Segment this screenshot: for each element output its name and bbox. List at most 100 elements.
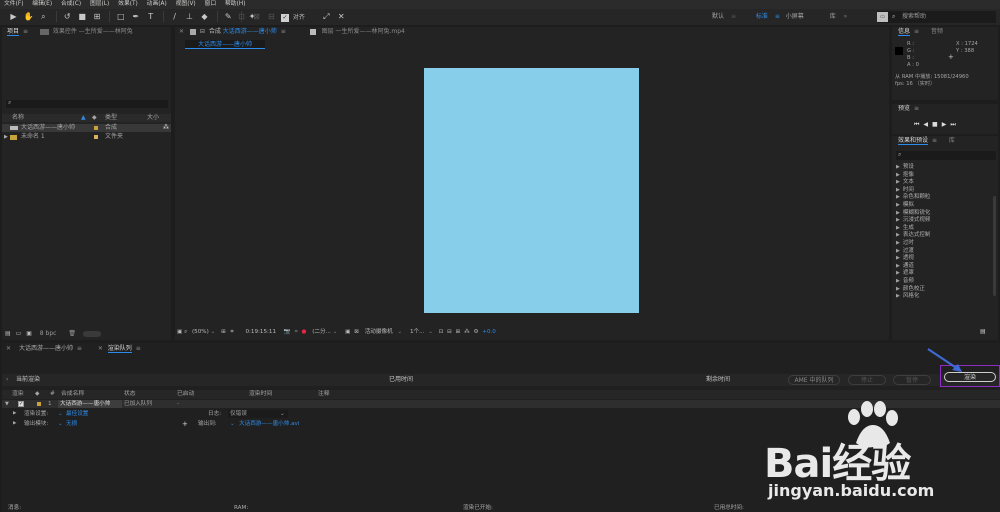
workspace-overflow-icon[interactable]: »: [844, 13, 848, 20]
menu-edit[interactable]: 编辑(E): [32, 1, 52, 7]
log-dropdown[interactable]: 仅错误: [228, 410, 288, 418]
current-time[interactable]: 0:19:15:11: [245, 329, 276, 335]
expand-triangle-icon[interactable]: ▼: [5, 400, 9, 408]
chevron-down-icon[interactable]: ⌄: [58, 420, 63, 428]
project-item-row[interactable]: ▶ 未命名 1 文件夹: [2, 133, 171, 141]
workspace-small-screen[interactable]: 小屏幕: [786, 13, 804, 20]
tab-project[interactable]: 项目: [7, 28, 20, 36]
effects-scrollbar[interactable]: [993, 196, 996, 296]
snap-expand-icon[interactable]: ✕: [336, 11, 347, 22]
toggle-pixel-aspect-icon[interactable]: ⊡: [439, 329, 444, 335]
workspace-menu-icon[interactable]: ≡: [731, 13, 736, 20]
pause-button[interactable]: 暂停: [893, 375, 931, 385]
rotate-tool-icon[interactable]: ↺: [62, 11, 73, 22]
project-search-field[interactable]: ⌕: [6, 99, 168, 108]
menu-composition[interactable]: 合成(C): [61, 1, 81, 7]
first-frame-icon[interactable]: ⏮: [914, 121, 923, 128]
chevron-down-icon[interactable]: ⌄: [333, 329, 338, 335]
effects-category-item[interactable]: ▶ 表达式控制: [892, 232, 992, 240]
expand-triangle-icon[interactable]: ▶: [896, 240, 900, 246]
label-color-swatch[interactable]: [94, 126, 98, 130]
hand-tool-icon[interactable]: ✋: [23, 11, 34, 22]
close-icon[interactable]: ✕: [6, 345, 11, 352]
column-name[interactable]: 名称: [12, 114, 24, 122]
view-axis-icon[interactable]: ⊟: [266, 11, 277, 22]
effects-category-item[interactable]: ▶ 过渡: [892, 248, 992, 256]
project-item-row[interactable]: 大话西游——唐小帅 合成 ⁂: [2, 124, 171, 132]
tab-menu-icon[interactable]: ≡: [77, 345, 82, 352]
interpret-footage-icon[interactable]: ▤: [5, 330, 11, 337]
search-help-field[interactable]: ▭ ⌕ 搜索帮助: [877, 11, 996, 23]
effects-category-item[interactable]: ▶ 透视: [892, 255, 992, 263]
chevron-down-icon[interactable]: ⌄: [230, 420, 235, 428]
effects-category-item[interactable]: ▶ 音频: [892, 278, 992, 286]
render-settings-value[interactable]: 最佳设置: [66, 410, 88, 418]
fast-previews-icon[interactable]: ⊟: [447, 329, 452, 335]
world-axis-icon[interactable]: ⊠: [251, 11, 262, 22]
tab-composition-name[interactable]: 大话西游——唐小帅: [223, 28, 277, 35]
close-icon[interactable]: ✕: [98, 345, 103, 352]
expand-triangle-icon[interactable]: ▶: [896, 286, 900, 292]
menu-effect[interactable]: 效果(T): [118, 1, 138, 7]
column-comment[interactable]: 注释: [318, 390, 330, 399]
exposure-value[interactable]: +0.0: [482, 329, 496, 335]
column-comp-name[interactable]: 合成名称: [61, 390, 84, 399]
region-of-interest-icon[interactable]: ▣: [345, 329, 350, 335]
column-status[interactable]: 状态: [124, 390, 136, 399]
column-type[interactable]: 类型: [105, 114, 117, 122]
flowchart-icon[interactable]: ⁂: [163, 124, 169, 132]
menu-view[interactable]: 视图(V): [176, 1, 196, 7]
effects-category-item[interactable]: ▶ 预设: [892, 164, 992, 172]
mask-visibility-icon[interactable]: ⌗: [231, 329, 234, 335]
expand-triangle-icon[interactable]: ▶: [896, 248, 900, 254]
flowchart-icon[interactable]: ⁂: [464, 329, 470, 335]
expand-triangle-icon[interactable]: ▶: [13, 420, 16, 428]
expand-triangle-icon[interactable]: ▶: [4, 133, 8, 141]
tab-preview[interactable]: 预览: [898, 105, 910, 112]
stop-icon[interactable]: ■: [932, 121, 942, 128]
tab-menu-icon[interactable]: ≡: [914, 105, 919, 112]
show-snapshot-icon[interactable]: ⌗: [295, 329, 298, 335]
output-to-value[interactable]: 大话西游——唐小帅.avi: [239, 420, 299, 428]
tab-menu-icon[interactable]: ≡: [281, 28, 286, 35]
menu-help[interactable]: 帮助(H): [225, 1, 245, 7]
lock-icon[interactable]: [189, 28, 196, 35]
menu-window[interactable]: 窗口: [205, 1, 217, 7]
expand-triangle-icon[interactable]: ▶: [896, 263, 900, 269]
chevron-down-icon[interactable]: ⌄: [428, 329, 433, 335]
effects-category-item[interactable]: ▶ 沉浸式视频: [892, 217, 992, 225]
menu-animation[interactable]: 动画(A): [147, 1, 167, 7]
expand-triangle-icon[interactable]: ▶: [896, 179, 900, 185]
expand-triangle-icon[interactable]: ▶: [896, 232, 900, 238]
effects-category-item[interactable]: ▶ 遮罩: [892, 270, 992, 278]
snapshot-icon[interactable]: 📷: [284, 329, 291, 335]
expand-triangle-icon[interactable]: ▶: [896, 164, 900, 170]
column-size[interactable]: 大小: [147, 114, 159, 122]
new-bin-icon[interactable]: ▤: [980, 328, 986, 335]
expand-triangle-icon[interactable]: ▶: [896, 172, 900, 178]
new-folder-icon[interactable]: ▭: [16, 330, 22, 337]
expand-triangle-icon[interactable]: ▶: [896, 217, 900, 223]
transparency-grid-icon[interactable]: ⊠: [354, 329, 359, 335]
stop-button[interactable]: 停止: [848, 375, 886, 385]
chevron-down-icon[interactable]: ⌄: [397, 329, 402, 335]
zoom-tool-icon[interactable]: ⌕: [38, 11, 49, 22]
effects-category-item[interactable]: ▶ 颜色校正: [892, 286, 992, 294]
previous-frame-icon[interactable]: ◀: [923, 121, 932, 128]
brush-tool-icon[interactable]: /: [169, 11, 180, 22]
effects-category-item[interactable]: ▶ 风格化: [892, 293, 992, 301]
tab-menu-icon[interactable]: ≡: [23, 28, 28, 35]
ame-queue-button[interactable]: AME 中的队列: [788, 375, 840, 385]
eraser-tool-icon[interactable]: ◆: [199, 11, 210, 22]
tab-menu-icon[interactable]: ≡: [932, 137, 937, 144]
expand-triangle-icon[interactable]: ▶: [896, 278, 900, 284]
last-frame-icon[interactable]: ⏭: [950, 121, 959, 128]
resolution-dropdown[interactable]: (二分...: [312, 329, 331, 335]
output-module-value[interactable]: 无损: [66, 420, 77, 428]
chevron-down-icon[interactable]: ⌄: [58, 410, 63, 418]
camera-dropdown[interactable]: 活动摄像机: [365, 329, 393, 335]
column-number[interactable]: #: [50, 390, 55, 399]
tab-menu-icon[interactable]: ≡: [136, 345, 141, 352]
tab-render-queue[interactable]: 渲染队列: [107, 345, 132, 353]
workspace-default[interactable]: 默认: [712, 13, 724, 20]
